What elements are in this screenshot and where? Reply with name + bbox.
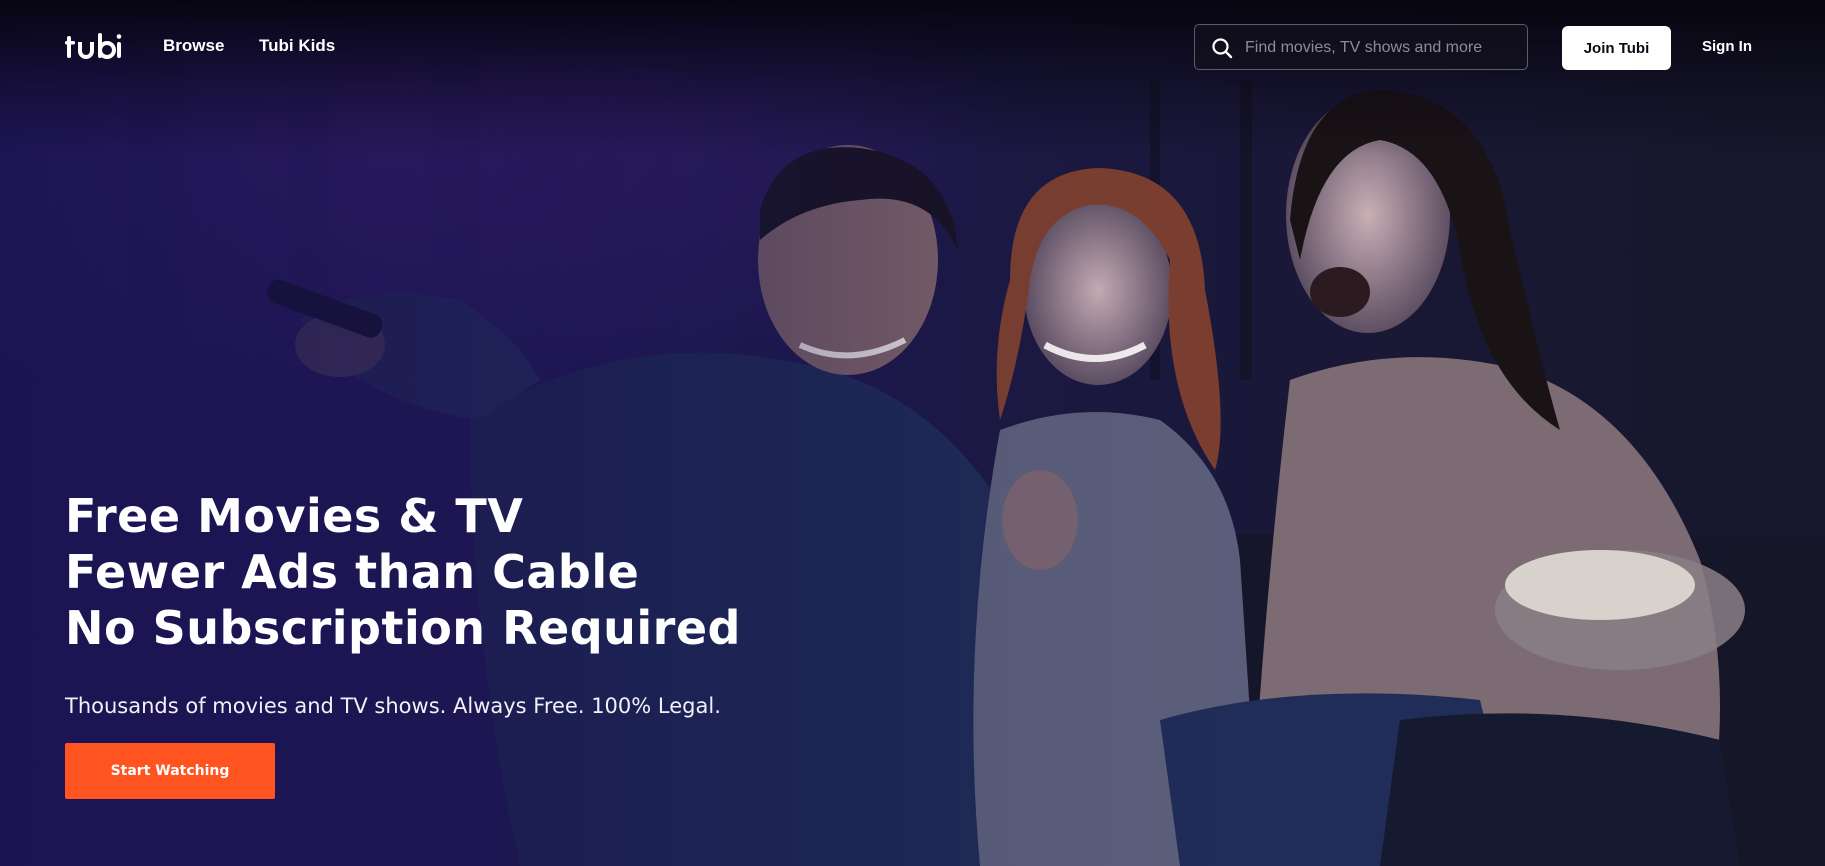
start-watching-button[interactable]: Start Watching xyxy=(65,743,275,799)
sign-in-link[interactable]: Sign In xyxy=(1702,38,1752,55)
tubi-logo[interactable] xyxy=(65,30,123,64)
headline-line-3: No Subscription Required xyxy=(65,601,741,655)
headline-line-1: Free Movies & TV xyxy=(65,489,524,543)
hero-subheadline: Thousands of movies and TV shows. Always… xyxy=(65,694,721,718)
top-nav-bar: Browse Tubi Kids Join Tubi Sign In xyxy=(0,0,1825,94)
search-icon xyxy=(1212,38,1233,59)
hero-overlay xyxy=(0,0,1825,866)
hero-headline: Free Movies & TV Fewer Ads than Cable No… xyxy=(65,488,741,656)
search-box[interactable] xyxy=(1194,24,1528,71)
join-tubi-button[interactable]: Join Tubi xyxy=(1562,26,1671,70)
nav-tubi-kids-link[interactable]: Tubi Kids xyxy=(259,36,335,56)
headline-line-2: Fewer Ads than Cable xyxy=(65,545,640,599)
nav-browse-link[interactable]: Browse xyxy=(163,36,224,56)
hero-section: Browse Tubi Kids Join Tubi Sign In Free … xyxy=(0,0,1825,866)
search-input[interactable] xyxy=(1243,25,1517,71)
